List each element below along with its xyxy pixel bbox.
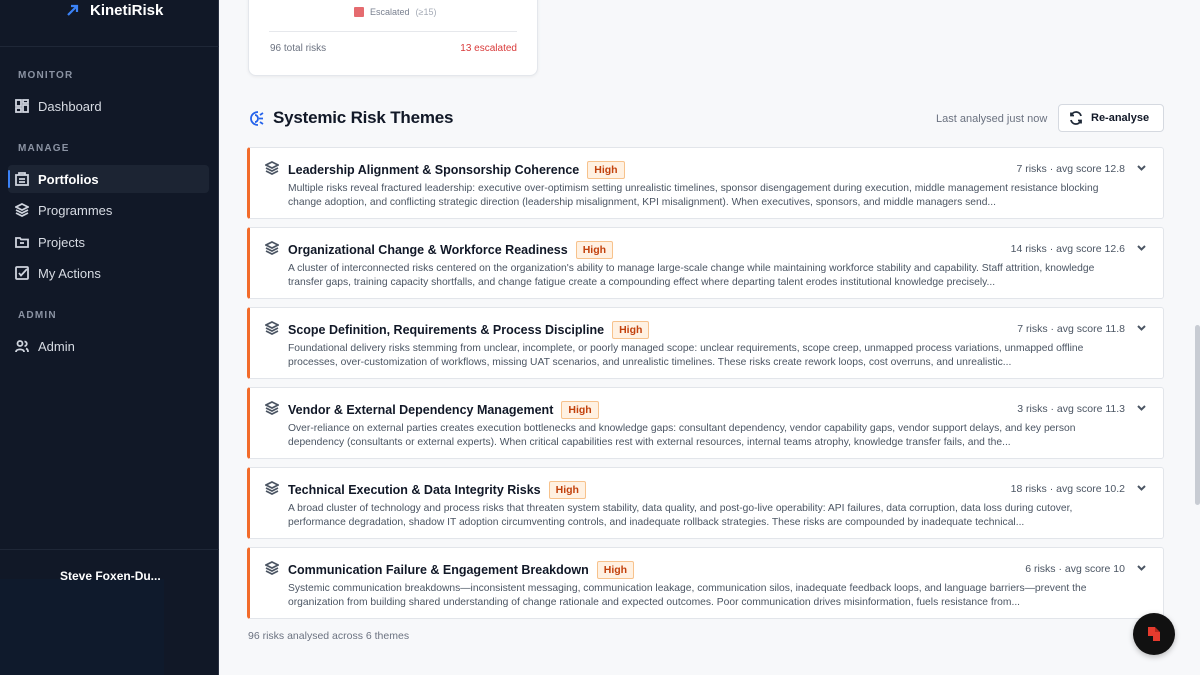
theme-description: A cluster of interconnected risks center… <box>288 263 1095 288</box>
legend-escalated: Escalated (≥15) <box>354 7 436 17</box>
legend-swatch <box>354 7 364 17</box>
layers-icon <box>265 561 279 575</box>
themes-footer-note: 96 risks analysed across 6 themes <box>248 630 410 642</box>
theme-title-text: Organizational Change & Workforce Readin… <box>288 243 568 257</box>
layers-icon <box>265 321 279 335</box>
layers-icon <box>15 203 29 217</box>
theme-title-text: Technical Execution & Data Integrity Ris… <box>288 483 541 497</box>
layers-icon <box>265 161 279 175</box>
theme-card-org-change[interactable]: Organizational Change & Workforce Readin… <box>247 227 1164 299</box>
layers-icon <box>265 401 279 415</box>
section-label-monitor: MONITOR <box>18 70 74 81</box>
theme-description: Multiple risks reveal fractured leadersh… <box>288 183 1099 208</box>
main-content: Escalated (≥15) 96 total risks 13 escala… <box>220 0 1200 675</box>
chevron-down-icon[interactable] <box>1136 322 1147 333</box>
section-label-manage: MANAGE <box>18 143 70 154</box>
theme-title: Vendor & External Dependency Management H… <box>288 401 599 419</box>
reanalyse-label: Re-analyse <box>1091 112 1150 124</box>
theme-meta: 7 risks · avg score 12.8 <box>1016 163 1125 175</box>
legend-label: Escalated <box>370 7 410 17</box>
theme-title-text: Leadership Alignment & Sponsorship Coher… <box>288 163 580 177</box>
sidebar-item-label: Dashboard <box>38 98 102 114</box>
sidebar-item-label: Admin <box>38 338 75 354</box>
sidebar-item-label: Projects <box>38 234 85 250</box>
last-analysed-status: Last analysed just now <box>936 113 1048 125</box>
theme-description: Over-reliance on external parties create… <box>288 423 1076 448</box>
severity-badge: High <box>561 401 599 419</box>
theme-title: Scope Definition, Requirements & Process… <box>288 321 650 339</box>
layers-icon <box>265 241 279 255</box>
sidebar-item-my-actions[interactable]: My Actions <box>8 259 209 287</box>
reanalyse-button[interactable]: Re-analyse <box>1058 104 1164 132</box>
theme-title-text: Vendor & External Dependency Management <box>288 403 554 417</box>
severity-badge: High <box>548 481 586 499</box>
assistant-fab-button[interactable] <box>1133 613 1175 655</box>
theme-description: Systemic communication breakdowns—incons… <box>288 583 1087 608</box>
theme-title-text: Scope Definition, Requirements & Process… <box>288 323 605 337</box>
theme-meta: 3 risks · avg score 11.3 <box>1017 403 1125 415</box>
section-label-admin: ADMIN <box>18 310 57 321</box>
theme-title-text: Communication Failure & Engagement Break… <box>288 563 589 577</box>
chevron-down-icon[interactable] <box>1136 562 1147 573</box>
layers-icon <box>265 481 279 495</box>
theme-title: Organizational Change & Workforce Readin… <box>288 241 614 259</box>
section-header: Systemic Risk Themes <box>248 108 453 128</box>
theme-title: Leadership Alignment & Sponsorship Coher… <box>288 161 625 179</box>
sidebar-item-portfolios[interactable]: Portfolios <box>8 165 209 193</box>
divider <box>269 31 517 32</box>
theme-card-scope[interactable]: Scope Definition, Requirements & Process… <box>247 307 1164 379</box>
folder-icon <box>15 237 29 248</box>
refresh-icon <box>1070 111 1082 125</box>
sidebar-item-label: Programmes <box>38 202 113 218</box>
users-icon <box>15 340 29 353</box>
theme-meta: 6 risks · avg score 10 <box>1025 563 1125 575</box>
section-title: Systemic Risk Themes <box>273 108 454 127</box>
systemic-themes-icon <box>250 110 264 126</box>
dashboard-icon <box>15 99 29 113</box>
theme-description: Foundational delivery risks stemming fro… <box>288 343 1084 368</box>
chevron-down-icon[interactable] <box>1136 162 1147 173</box>
divider <box>0 46 219 47</box>
sidebar-item-label: Portfolios <box>38 171 99 187</box>
sidebar-item-projects[interactable]: Projects <box>8 228 209 256</box>
theme-meta: 7 risks · avg score 11.8 <box>1017 323 1125 335</box>
risk-summary-card: Escalated (≥15) 96 total risks 13 escala… <box>248 0 538 76</box>
brand-name: KinetiRisk <box>90 1 164 19</box>
theme-card-vendor[interactable]: Vendor & External Dependency Management H… <box>247 387 1164 459</box>
sidebar-item-label: My Actions <box>38 265 101 281</box>
severity-badge: High <box>596 561 635 579</box>
chevron-down-icon[interactable] <box>1136 402 1147 413</box>
total-risks: 96 total risks <box>270 43 327 54</box>
theme-meta: 14 risks · avg score 12.6 <box>1010 243 1125 255</box>
theme-card-leadership[interactable]: Leadership Alignment & Sponsorship Coher… <box>247 147 1164 219</box>
scrollbar[interactable] <box>1195 325 1200 505</box>
user-name[interactable]: Steve Foxen-Du... <box>60 569 161 583</box>
severity-badge: High <box>587 161 625 179</box>
theme-title: Communication Failure & Engagement Break… <box>288 561 635 579</box>
chevron-down-icon[interactable] <box>1136 242 1147 253</box>
chevron-down-icon[interactable] <box>1136 482 1147 493</box>
theme-description: A broad cluster of technology and proces… <box>288 503 1073 528</box>
divider <box>0 549 219 550</box>
sidebar-item-programmes[interactable]: Programmes <box>8 196 209 224</box>
sidebar: KinetiRisk MONITOR Dashboard MANAGE Port… <box>0 0 219 675</box>
legend-threshold: (≥15) <box>415 7 437 17</box>
sidebar-item-dashboard[interactable]: Dashboard <box>8 92 209 120</box>
check-square-icon <box>15 266 29 280</box>
brand-logo[interactable]: KinetiRisk <box>66 1 164 19</box>
theme-meta: 18 risks · avg score 10.2 <box>1010 483 1125 495</box>
theme-card-technical[interactable]: Technical Execution & Data Integrity Ris… <box>247 467 1164 539</box>
severity-badge: High <box>612 321 650 339</box>
theme-card-communication[interactable]: Communication Failure & Engagement Break… <box>247 547 1164 619</box>
portfolio-icon <box>15 172 29 186</box>
trend-arrow-icon <box>67 4 79 16</box>
assistant-logo-icon <box>1148 627 1160 641</box>
severity-badge: High <box>575 241 614 259</box>
sidebar-item-admin[interactable]: Admin <box>8 332 209 360</box>
theme-title: Technical Execution & Data Integrity Ris… <box>288 481 586 499</box>
escalated-count: 13 escalated <box>460 43 517 54</box>
user-card[interactable] <box>0 579 164 675</box>
